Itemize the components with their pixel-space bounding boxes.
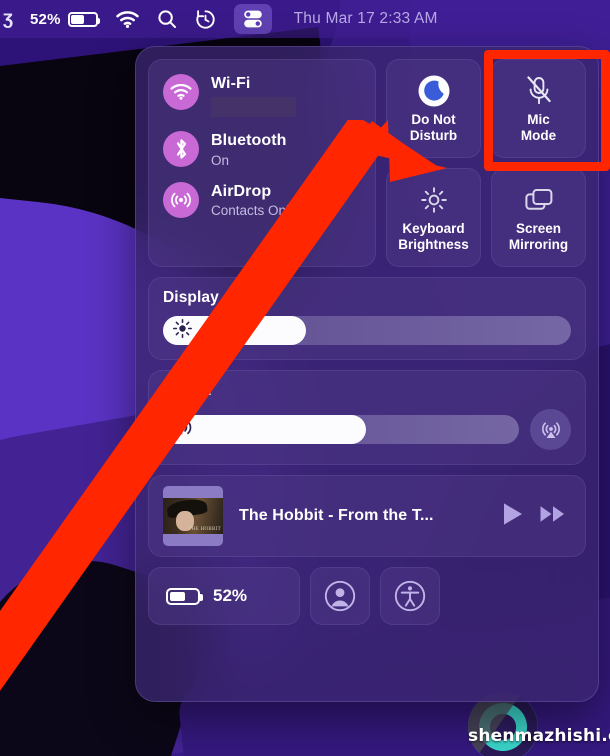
time-machine-icon — [196, 9, 215, 29]
tile-label: Keyboard Brightness — [398, 220, 469, 252]
sound-title: Sound — [163, 382, 212, 399]
play-button[interactable] — [500, 501, 525, 532]
connectivity-text: Wi-Fi — [211, 74, 296, 118]
connectivity-subtitle: On — [211, 152, 230, 168]
menubar-wifi[interactable] — [107, 0, 148, 38]
battery-status-card[interactable]: 52% — [148, 567, 300, 625]
tile-label: Screen Mirroring — [508, 220, 569, 252]
display-title: Display — [163, 289, 219, 306]
sound-airplay-button[interactable] — [530, 409, 571, 450]
accessibility-icon — [394, 580, 426, 612]
wifi-icon — [115, 10, 139, 28]
connectivity-title: Wi-Fi — [211, 75, 251, 92]
now-playing-card: THE HOBBIT The Hobbit - From the T... — [148, 475, 586, 557]
site-watermark: shenmazhishi.com — [468, 726, 610, 746]
battery-percent-label: 52% — [30, 10, 61, 28]
mic-slash-icon — [524, 74, 554, 108]
connectivity-text: AirDrop Contacts Only — [211, 182, 296, 218]
wifi-network-redacted — [211, 97, 296, 118]
battery-icon — [166, 587, 203, 605]
moon-icon — [417, 74, 451, 108]
now-playing-controls — [500, 501, 571, 532]
menubar-clock[interactable]: Thu Mar 17 2:33 AM — [281, 0, 447, 38]
wifi-icon — [163, 74, 199, 110]
sound-slider-row — [163, 409, 571, 450]
play-icon — [504, 502, 522, 525]
tile-mic-mode[interactable]: Mic Mode — [491, 59, 586, 158]
now-playing-title: The Hobbit - From the T... — [239, 507, 434, 524]
screen-mirroring-icon — [523, 183, 555, 217]
connectivity-item-bluetooth[interactable]: Bluetooth On — [163, 131, 363, 168]
connectivity-item-wifi[interactable]: Wi-Fi — [163, 74, 363, 118]
tile-keyboard-brightness[interactable]: Keyboard Brightness — [386, 168, 481, 267]
tile-label: Do Not Disturb — [409, 111, 458, 143]
connectivity-text: Bluetooth On — [211, 131, 287, 167]
battery-icon — [67, 11, 100, 27]
menubar-time-machine[interactable] — [186, 0, 225, 38]
menubar-spotlight-search[interactable] — [148, 0, 186, 38]
control-center-top-row: Wi-Fi Bluetooth On AirDrop Contacts Only… — [148, 59, 586, 267]
fast-forward-button[interactable] — [539, 503, 567, 530]
brightness-icon — [172, 318, 193, 344]
connectivity-title: Bluetooth — [211, 132, 287, 150]
menu-bar: ʒ 52% Thu Mar 17 2:33 AM — [0, 0, 610, 38]
user-account-icon — [324, 580, 356, 612]
quick-toggle-tiles: Do Not Disturb Mic Mode Keyboard Brightn… — [386, 59, 586, 267]
accessibility-button[interactable] — [380, 567, 440, 625]
user-account-button[interactable] — [310, 567, 370, 625]
control-center-icon — [243, 10, 262, 28]
tile-screen-mirroring[interactable]: Screen Mirroring — [491, 168, 586, 267]
display-card: Display — [148, 277, 586, 360]
fast-forward-icon — [540, 505, 564, 522]
menubar-left-glyph[interactable]: ʒ — [0, 0, 21, 38]
sound-card: Sound — [148, 370, 586, 465]
artwork-caption: THE HOBBIT — [188, 527, 221, 532]
control-center-bottom-row: 52% — [148, 567, 586, 625]
control-center-toggle[interactable] — [233, 4, 272, 34]
sound-volume-slider[interactable] — [163, 415, 519, 444]
keyboard-brightness-icon — [419, 183, 449, 217]
speaker-icon — [172, 417, 196, 442]
album-artwork: THE HOBBIT — [163, 486, 223, 546]
control-center-panel: Wi-Fi Bluetooth On AirDrop Contacts Only… — [135, 46, 599, 702]
tile-label: Mic Mode — [520, 111, 557, 143]
tile-do-not-disturb[interactable]: Do Not Disturb — [386, 59, 481, 158]
menubar-control-center-button[interactable] — [225, 0, 281, 38]
search-icon — [158, 10, 176, 28]
airdrop-icon — [163, 181, 199, 218]
connectivity-item-airdrop[interactable]: AirDrop Contacts Only — [163, 181, 363, 218]
bluetooth-icon — [163, 131, 199, 168]
display-slider-row — [163, 316, 571, 345]
connectivity-card: Wi-Fi Bluetooth On AirDrop Contacts Only — [148, 59, 376, 267]
connectivity-subtitle: Contacts Only — [211, 203, 296, 219]
airplay-icon — [541, 421, 560, 438]
connectivity-title: AirDrop — [211, 182, 272, 200]
battery-percent-label: 52% — [213, 586, 248, 605]
display-brightness-slider[interactable] — [163, 316, 571, 345]
menubar-battery-status[interactable]: 52% — [21, 0, 107, 38]
menubar-datetime-label: Thu Mar 17 2:33 AM — [293, 10, 438, 27]
